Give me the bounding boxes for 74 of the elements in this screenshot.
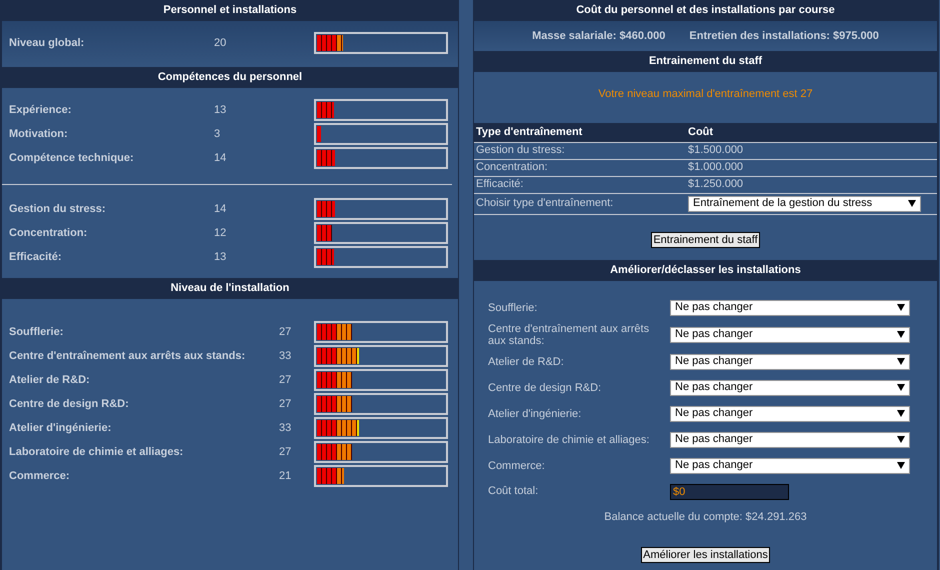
stat-label: Soufflerie: <box>9 324 64 340</box>
field-label: Centre de design R&D: <box>488 382 602 394</box>
table-cell-text: Efficacité: <box>475 177 524 192</box>
dropdown-arrow-icon <box>908 200 916 207</box>
stat-value: 12 <box>214 226 228 241</box>
stat-value: 27 <box>279 444 292 460</box>
stat-label: Expérience: <box>9 102 72 118</box>
field-label: Soufflerie: <box>488 302 538 314</box>
total-cost-field: $0 <box>670 484 789 500</box>
field-label: Coût total: <box>488 484 540 500</box>
field-label: Choisir type d'entraînement: <box>475 196 614 212</box>
stat-label: Compétence technique: <box>9 150 135 166</box>
stat-label: Gestion du stress: <box>9 202 107 217</box>
section-header: Niveau de l'installation <box>2 278 458 299</box>
field-label: Centre d'entraînement aux arrêts aux stands: <box>488 322 650 346</box>
dropdown[interactable]: Entraînement de la gestion du stress <box>688 196 921 212</box>
column-header: Coût <box>688 124 714 140</box>
training-notice: Votre niveau maximal d'entraînement est 27 <box>597 87 814 102</box>
stat-label: Atelier de R&D: <box>9 372 91 388</box>
dropdown-arrow-icon <box>897 410 905 417</box>
table-cell-text: Concentration: <box>475 160 549 176</box>
dropdown[interactable]: Ne pas changer <box>670 432 910 448</box>
field-label: Laboratoire de chimie et alliages: <box>488 434 650 446</box>
table-cell-text: $1.500.000 <box>688 143 744 158</box>
account-balance: Balance actuelle du compte: $24.291.263 <box>603 510 808 524</box>
stat-value: 14 <box>214 202 228 217</box>
stat-value: 33 <box>279 420 292 436</box>
dropdown[interactable]: Ne pas changer <box>670 354 910 370</box>
cost-summary: Masse salariale: $460.000 <box>532 28 666 44</box>
section-header: Coût du personnel et des installations par course <box>474 0 937 21</box>
dropdown-arrow-icon <box>897 436 905 443</box>
dropdown[interactable]: Ne pas changer <box>670 406 910 422</box>
stat-value: 20 <box>214 36 228 51</box>
stat-value: 14 <box>214 150 228 166</box>
column-header: Type d'entraînement <box>475 124 584 140</box>
dropdown-arrow-icon <box>897 384 905 391</box>
stat-value: 33 <box>279 348 292 364</box>
dropdown-arrow-icon <box>897 462 905 469</box>
dropdown[interactable]: Ne pas changer <box>670 326 910 342</box>
stat-value: 27 <box>279 372 292 388</box>
table-cell-text: $1.250.000 <box>688 177 744 192</box>
stat-label: Concentration: <box>9 226 88 241</box>
stat-label: Atelier d'ingénierie: <box>9 420 112 436</box>
section-header: Améliorer/déclasser les installations <box>474 260 937 280</box>
field-label: Commerce: <box>488 460 546 472</box>
stat-value: 13 <box>214 102 228 118</box>
section-header: Compétences du personnel <box>2 67 458 88</box>
table-cell-text: Gestion du stress: <box>475 143 566 158</box>
stat-label: Commerce: <box>9 468 71 484</box>
stat-value: 27 <box>279 324 292 340</box>
dropdown[interactable]: Ne pas changer <box>670 300 910 316</box>
dropdown-arrow-icon <box>897 331 905 338</box>
stat-label: Centre d'entraînement aux arrêts aux stands: <box>9 348 246 364</box>
cost-summary: Entretien des installations: $975.000 <box>689 28 879 44</box>
stat-value: 13 <box>214 250 228 265</box>
stat-value: 27 <box>279 396 292 412</box>
stat-label: Laboratoire de chimie et alliages: <box>9 444 184 460</box>
dropdown-arrow-icon <box>897 358 905 365</box>
upgrade-button[interactable]: Améliorer les installations <box>641 547 770 563</box>
stat-value: 21 <box>279 468 292 484</box>
dropdown-arrow-icon <box>897 304 905 311</box>
stat-label: Centre de design R&D: <box>9 396 130 412</box>
train-staff-button[interactable]: Entrainement du staff <box>651 232 760 248</box>
field-label: Atelier de R&D: <box>488 356 565 368</box>
dropdown[interactable]: Ne pas changer <box>670 458 910 474</box>
stat-label: Niveau global: <box>9 36 86 51</box>
stat-value: 3 <box>214 126 222 142</box>
stat-label: Motivation: <box>9 126 69 142</box>
section-header: Entrainement du staff <box>474 51 937 72</box>
dropdown[interactable]: Ne pas changer <box>670 380 910 396</box>
section-header: Personnel et installations <box>2 0 458 21</box>
stat-label: Efficacité: <box>9 250 63 265</box>
field-label: Atelier d'ingénierie: <box>488 408 582 420</box>
table-cell-text: $1.000.000 <box>688 160 744 176</box>
